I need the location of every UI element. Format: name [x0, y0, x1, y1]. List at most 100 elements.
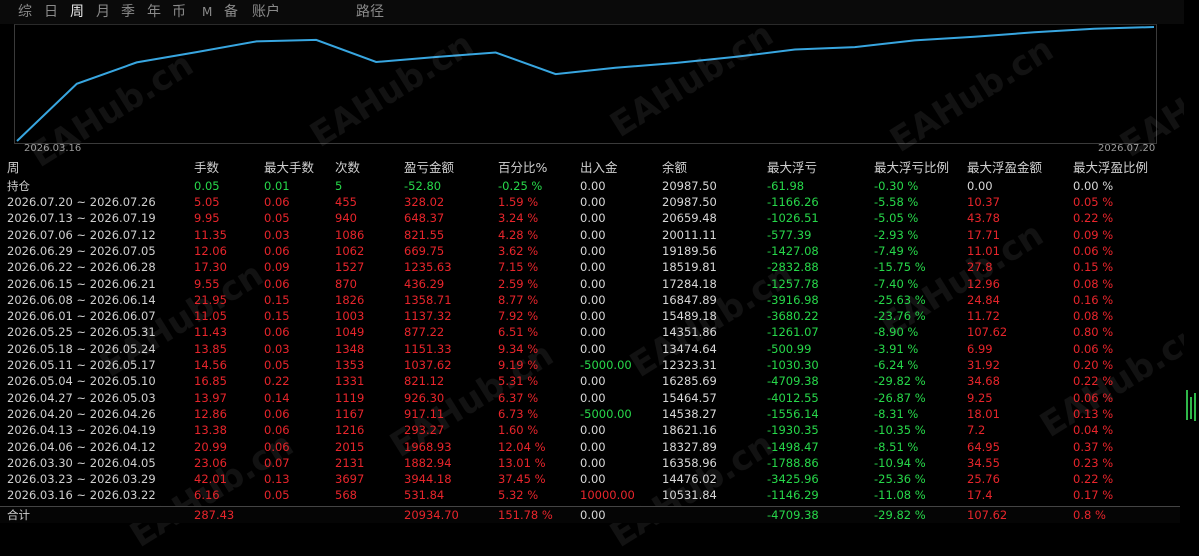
cell-lots: 14.56	[194, 358, 227, 372]
tab-monthly[interactable]: 月	[96, 3, 110, 21]
tab-account[interactable]: 账户	[252, 3, 280, 21]
cell-lots: 13.85	[194, 341, 227, 356]
cell-max-fp-pct: 0.23 %	[1073, 455, 1114, 470]
cell-pct: 2.59 %	[498, 276, 539, 291]
tab-path[interactable]: 路径	[356, 3, 384, 21]
scroll-indicator[interactable]	[1184, 385, 1198, 430]
table-row[interactable]: 2026.05.18 ~ 2026.05.24 13.85 0.03 1348 1151…	[0, 341, 1180, 357]
cell-balance: 14476.02	[662, 472, 717, 487]
cell-max-dd-pct: -7.40 %	[874, 276, 919, 291]
cell-deposit: -5000.00	[580, 358, 632, 372]
cell-pnl: 436.29	[404, 276, 445, 291]
cell-pct: 1.59 %	[498, 195, 539, 209]
cell-pct: 12.04 %	[498, 439, 546, 454]
cell-max-fp: 10.37	[967, 195, 1000, 209]
cell-max-fp: 24.84	[967, 292, 1000, 307]
cell-pnl: 669.75	[404, 243, 445, 258]
cell-max-lots: 0.13	[264, 472, 290, 487]
cell-max-fp-pct: 0.13 %	[1073, 406, 1114, 421]
cell-max-dd: -3916.98	[767, 292, 819, 307]
cell-balance: 20987.50	[662, 195, 717, 209]
tab-daily[interactable]: 日	[44, 3, 58, 21]
cell-lots: 9.95	[194, 211, 220, 226]
cell-period: 2026.07.20 ~ 2026.07.26	[7, 195, 156, 209]
header-max-dd: 最大浮亏	[767, 160, 818, 175]
tab-m[interactable]: M	[202, 3, 212, 21]
cell-balance: 10531.84	[662, 488, 717, 503]
table-row[interactable]: 2026.06.01 ~ 2026.06.07 11.05 0.15 1003 1137…	[0, 308, 1180, 324]
table-row[interactable]: 2026.06.29 ~ 2026.07.05 12.06 0.06 1062 669.…	[0, 243, 1180, 259]
tab-currency[interactable]: 币	[172, 3, 186, 21]
cell-max-dd: -1498.47	[767, 439, 819, 454]
cell-trades: 1331	[335, 374, 365, 389]
cell-max-fp-pct: 0.80 %	[1073, 325, 1114, 340]
cell-max-fp: 12.96	[967, 276, 1000, 291]
tab-weekly[interactable]: 周	[70, 3, 84, 21]
header-trades: 次数	[335, 160, 361, 175]
cell-balance: 20011.11	[662, 227, 717, 242]
cell-period: 2026.06.08 ~ 2026.06.14	[7, 292, 156, 307]
cell-max-fp-pct: 0.22 %	[1073, 374, 1114, 389]
tab-summary[interactable]: 综	[18, 3, 32, 21]
cell-period: 2026.05.04 ~ 2026.05.10	[7, 374, 156, 389]
header-deposit: 出入金	[580, 160, 618, 175]
position-max-fp: 0.00	[967, 179, 993, 193]
table-row[interactable]: 2026.03.23 ~ 2026.03.29 42.01 0.13 3697 3944…	[0, 471, 1180, 487]
table-row[interactable]: 2026.04.06 ~ 2026.04.12 20.99 0.06 2015 1968…	[0, 439, 1180, 455]
table-row[interactable]: 2026.05.25 ~ 2026.05.31 11.43 0.06 1049 877.…	[0, 324, 1180, 340]
cell-pct: 6.73 %	[498, 406, 539, 421]
cell-max-dd: -4012.55	[767, 390, 819, 405]
cell-lots: 23.06	[194, 455, 227, 470]
header-max-dd-pct: 最大浮亏比例	[874, 160, 950, 175]
total-deposit: 0.00	[580, 508, 606, 522]
cell-pnl: 1968.93	[404, 439, 452, 454]
cell-deposit: 0.00	[580, 195, 606, 209]
cell-period: 2026.04.06 ~ 2026.04.12	[7, 439, 156, 454]
table-row[interactable]: 2026.04.13 ~ 2026.04.19 13.38 0.06 1216 293.…	[0, 422, 1180, 438]
cell-pnl: 648.37	[404, 211, 445, 226]
cell-pct: 13.01 %	[498, 455, 546, 470]
cell-max-dd-pct: -8.31 %	[874, 406, 919, 421]
cell-pnl: 3944.18	[404, 472, 452, 487]
cell-pct: 4.28 %	[498, 227, 539, 242]
cell-lots: 13.97	[194, 390, 227, 405]
cell-deposit: -5000.00	[580, 406, 632, 421]
cell-trades: 1119	[335, 390, 365, 405]
cell-pct: 3.24 %	[498, 211, 539, 226]
cell-max-lots: 0.05	[264, 358, 290, 372]
cell-max-dd-pct: -5.05 %	[874, 211, 919, 226]
cell-max-dd-pct: -8.51 %	[874, 439, 919, 454]
table-row[interactable]: 2026.07.06 ~ 2026.07.12 11.35 0.03 1086 821.…	[0, 227, 1180, 243]
cell-max-fp-pct: 0.16 %	[1073, 292, 1114, 307]
table-row[interactable]: 2026.06.22 ~ 2026.06.28 17.30 0.09 1527 1235…	[0, 259, 1180, 275]
table-row[interactable]: 2026.06.08 ~ 2026.06.14 21.95 0.15 1826 1358…	[0, 292, 1180, 308]
cell-pnl: 293.27	[404, 423, 445, 438]
cell-max-dd: -1556.14	[767, 406, 819, 421]
cell-period: 2026.07.06 ~ 2026.07.12	[7, 227, 156, 242]
cell-lots: 21.95	[194, 292, 227, 307]
cell-period: 2026.04.27 ~ 2026.05.03	[7, 390, 156, 405]
cell-max-fp: 64.95	[967, 439, 1000, 454]
total-max-fp-pct: 0.8 %	[1073, 508, 1106, 522]
table-row[interactable]: 2026.03.30 ~ 2026.04.05 23.06 0.07 2131 1882…	[0, 455, 1180, 471]
cell-balance: 18519.81	[662, 260, 717, 275]
cell-max-fp: 17.71	[967, 227, 1000, 242]
table-row[interactable]: 2026.07.20 ~ 2026.07.26 5.05 0.06 455 328.02…	[0, 194, 1180, 210]
position-row[interactable]: 持仓 0.05 0.01 5 -52.80 -0.25 % 0.00 20987…	[0, 178, 1180, 194]
table-row[interactable]: 2026.04.27 ~ 2026.05.03 13.97 0.14 1119 926.…	[0, 390, 1180, 406]
tab-notes[interactable]: 备	[224, 3, 238, 21]
table-row[interactable]: 2026.04.20 ~ 2026.04.26 12.86 0.06 1167 917.…	[0, 406, 1180, 422]
total-lots: 287.43	[194, 508, 235, 522]
cell-max-lots: 0.06	[264, 406, 290, 421]
total-pnl: 20934.70	[404, 508, 459, 522]
cell-trades: 1216	[335, 423, 365, 438]
table-row[interactable]: 2026.03.16 ~ 2026.03.22 6.16 0.05 568 531.84…	[0, 487, 1180, 503]
table-row[interactable]: 2026.05.04 ~ 2026.05.10 16.85 0.22 1331 821.…	[0, 373, 1180, 389]
table-row[interactable]: 2026.07.13 ~ 2026.07.19 9.95 0.05 940 648.37…	[0, 210, 1180, 226]
cell-max-fp-pct: 0.22 %	[1073, 472, 1114, 487]
tab-quarterly[interactable]: 季	[121, 3, 135, 21]
cell-max-fp-pct: 0.22 %	[1073, 211, 1114, 226]
table-row[interactable]: 2026.06.15 ~ 2026.06.21 9.55 0.06 870 436.29…	[0, 276, 1180, 292]
table-row[interactable]: 2026.05.11 ~ 2026.05.17 14.56 0.05 1353 1037…	[0, 357, 1180, 373]
tab-yearly[interactable]: 年	[147, 3, 161, 21]
